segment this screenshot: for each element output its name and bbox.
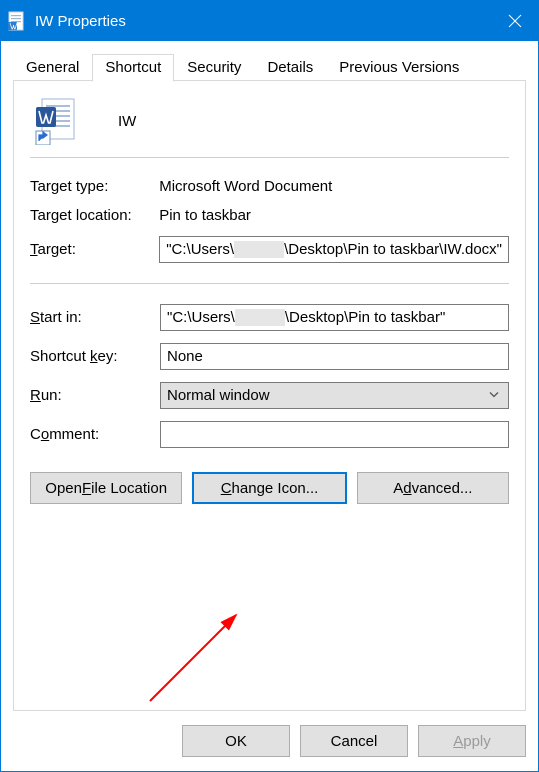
target-type-value: Microsoft Word Document bbox=[159, 172, 509, 201]
start-in-input[interactable]: "C:\Users\XXXXX\Desktop\Pin to taskbar" bbox=[160, 304, 509, 331]
shortcut-key-input[interactable] bbox=[160, 343, 509, 370]
chevron-down-icon bbox=[488, 387, 500, 404]
properties-icon bbox=[7, 11, 27, 31]
shortcut-file-icon bbox=[32, 97, 80, 145]
change-icon-button[interactable]: Change Icon... bbox=[192, 472, 346, 504]
shortcut-name: IW bbox=[118, 113, 136, 130]
run-label: Run: bbox=[30, 376, 160, 415]
tab-previous-versions[interactable]: Previous Versions bbox=[326, 54, 472, 82]
tab-shortcut[interactable]: Shortcut bbox=[92, 54, 174, 82]
advanced-button[interactable]: Advanced... bbox=[357, 472, 509, 504]
target-location-value: Pin to taskbar bbox=[159, 201, 509, 230]
tab-details[interactable]: Details bbox=[254, 54, 326, 82]
target-location-label: Target location: bbox=[30, 201, 159, 230]
divider bbox=[30, 157, 509, 158]
divider bbox=[30, 283, 509, 284]
ok-button[interactable]: OK bbox=[182, 725, 290, 757]
properties-dialog: IW Properties General Shortcut Security … bbox=[0, 0, 539, 772]
window-title: IW Properties bbox=[35, 13, 126, 30]
start-in-label: Start in: bbox=[30, 298, 160, 337]
tab-strip: General Shortcut Security Details Previo… bbox=[13, 53, 526, 81]
cancel-button[interactable]: Cancel bbox=[300, 725, 408, 757]
target-label: Target: bbox=[30, 230, 159, 269]
tab-security[interactable]: Security bbox=[174, 54, 254, 82]
target-input[interactable]: "C:\Users\XXXXX\Desktop\Pin to taskbar\I… bbox=[159, 236, 509, 263]
target-type-label: Target type: bbox=[30, 172, 159, 201]
tab-general[interactable]: General bbox=[13, 54, 92, 82]
comment-label: Comment: bbox=[30, 415, 160, 454]
titlebar: IW Properties bbox=[1, 1, 538, 41]
apply-button[interactable]: Apply bbox=[418, 725, 526, 757]
comment-input[interactable] bbox=[160, 421, 509, 448]
open-file-location-button[interactable]: Open File Location bbox=[30, 472, 182, 504]
shortcut-key-label: Shortcut key: bbox=[30, 337, 160, 376]
close-button[interactable] bbox=[492, 1, 538, 41]
run-select[interactable]: Normal window bbox=[160, 382, 509, 409]
tab-content-shortcut: IW Target type: Microsoft Word Document … bbox=[13, 81, 526, 711]
dialog-footer: OK Cancel Apply bbox=[1, 711, 538, 771]
